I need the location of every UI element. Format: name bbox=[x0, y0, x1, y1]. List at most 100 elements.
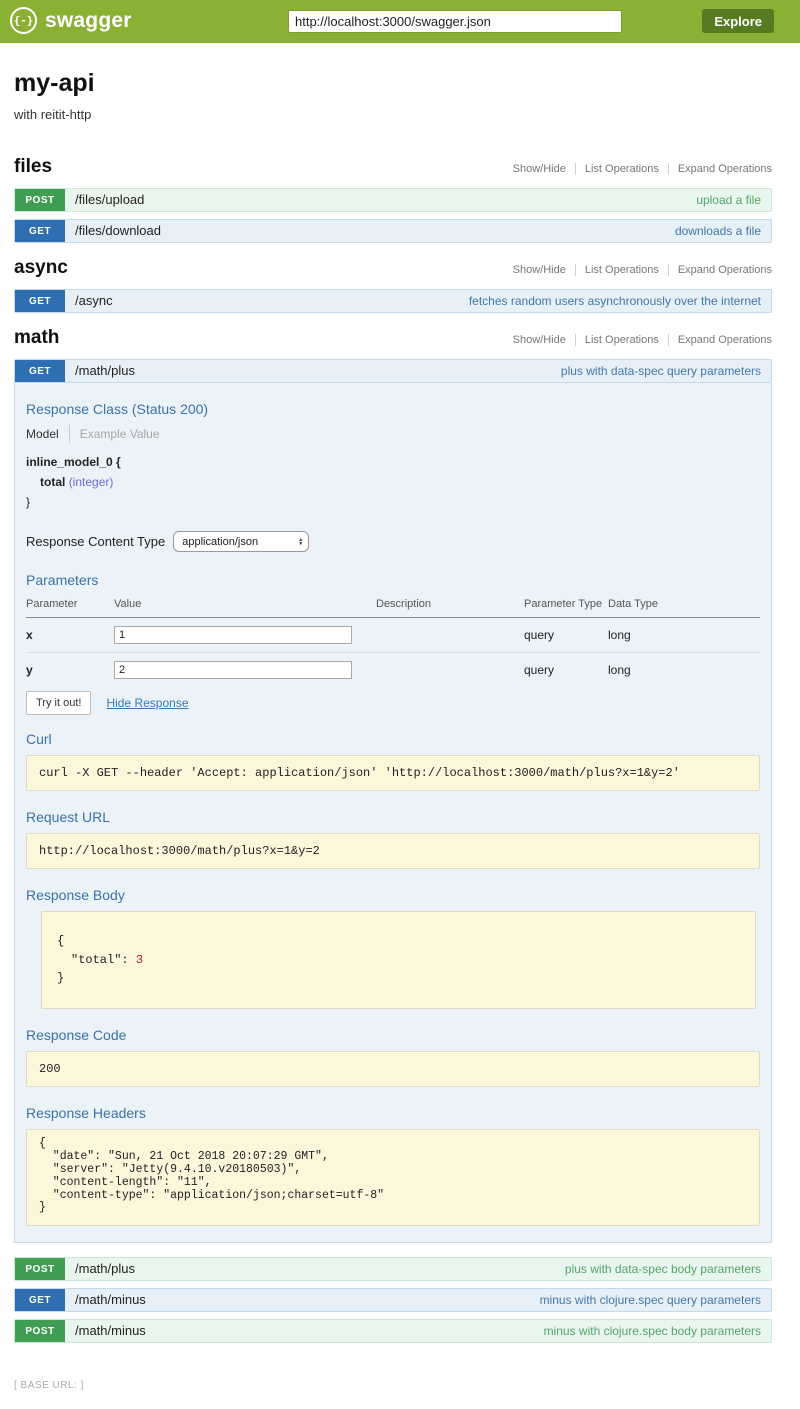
show-hide-link[interactable]: Show/Hide bbox=[504, 163, 575, 175]
api-info: my-api with reitit-http bbox=[0, 43, 800, 146]
list-operations-link[interactable]: List Operations bbox=[575, 264, 668, 276]
show-hide-link[interactable]: Show/Hide bbox=[504, 264, 575, 276]
model-property-name: total bbox=[40, 475, 65, 489]
param-y-input[interactable] bbox=[114, 661, 352, 679]
operation-summary[interactable]: fetches random users asynchronously over… bbox=[469, 290, 771, 312]
operation-row[interactable]: GET /files/download downloads a file bbox=[14, 219, 772, 243]
tab-example-value[interactable]: Example Value bbox=[69, 425, 170, 443]
response-content-type-select[interactable]: application/json ▲▼ bbox=[173, 531, 309, 552]
expand-operations-link[interactable]: Expand Operations bbox=[668, 163, 772, 175]
col-value: Value bbox=[114, 596, 376, 618]
model-tabs: Model Example Value bbox=[26, 425, 760, 443]
curl-command-box: curl -X GET --header 'Accept: applicatio… bbox=[26, 755, 760, 791]
response-headers-heading: Response Headers bbox=[26, 1105, 760, 1121]
section-controls: Show/Hide List Operations Expand Operati… bbox=[504, 264, 772, 276]
operation-path[interactable]: /math/minus bbox=[65, 1289, 156, 1311]
model-closing-brace: } bbox=[26, 495, 760, 509]
section-controls: Show/Hide List Operations Expand Operati… bbox=[504, 163, 772, 175]
response-code-heading: Response Code bbox=[26, 1027, 760, 1043]
operation-row-expanded[interactable]: GET /math/plus plus with data-spec query… bbox=[14, 359, 772, 383]
operation-summary[interactable]: minus with clojure.spec query parameters bbox=[540, 1289, 771, 1311]
expand-operations-link[interactable]: Expand Operations bbox=[668, 334, 772, 346]
swagger-logo-icon: {-} bbox=[10, 7, 37, 34]
section-title-files[interactable]: files bbox=[14, 156, 52, 178]
operation-path[interactable]: /math/plus bbox=[65, 1258, 145, 1280]
response-body-box: { "total": 3 } bbox=[41, 911, 756, 1009]
operation-path[interactable]: /math/plus bbox=[65, 360, 145, 382]
response-body-heading: Response Body bbox=[26, 887, 760, 903]
operation-summary[interactable]: minus with clojure.spec body parameters bbox=[544, 1320, 771, 1342]
api-description: with reitit-http bbox=[14, 107, 786, 122]
base-url-label: [ BASE URL: ] bbox=[14, 1380, 84, 1391]
param-type-cell: query bbox=[524, 618, 608, 653]
list-operations-link[interactable]: List Operations bbox=[575, 334, 668, 346]
json-open-brace: { bbox=[57, 932, 740, 951]
operation-summary[interactable]: downloads a file bbox=[675, 220, 771, 242]
method-badge: POST bbox=[15, 1320, 65, 1342]
operation-path[interactable]: /async bbox=[65, 290, 123, 312]
operation-row[interactable]: GET /math/minus minus with clojure.spec … bbox=[14, 1288, 772, 1312]
swagger-url-input[interactable] bbox=[288, 10, 622, 33]
list-operations-link[interactable]: List Operations bbox=[575, 163, 668, 175]
method-badge: GET bbox=[15, 1289, 65, 1311]
hide-response-link[interactable]: Hide Response bbox=[106, 696, 188, 710]
col-parameter-type: Parameter Type bbox=[524, 596, 608, 618]
request-url-box: http://localhost:3000/math/plus?x=1&y=2 bbox=[26, 833, 760, 869]
model-declaration: inline_model_0 { bbox=[26, 455, 760, 469]
resource-section-files: files Show/Hide List Operations Expand O… bbox=[14, 156, 772, 243]
method-badge: GET bbox=[15, 360, 65, 382]
explore-button[interactable]: Explore bbox=[702, 9, 774, 33]
parameters-table: Parameter Value Description Parameter Ty… bbox=[26, 596, 760, 687]
param-description-cell bbox=[376, 618, 524, 653]
param-x-input[interactable] bbox=[114, 626, 352, 644]
operation-path[interactable]: /files/upload bbox=[65, 189, 154, 211]
json-key: "total": bbox=[71, 953, 129, 967]
response-content-type-label: Response Content Type bbox=[26, 534, 165, 549]
operation-row[interactable]: GET /async fetches random users asynchro… bbox=[14, 289, 772, 313]
section-title-math[interactable]: math bbox=[14, 327, 59, 349]
parameters-heading: Parameters bbox=[26, 572, 760, 588]
response-headers-box: { "date": "Sun, 21 Oct 2018 20:07:29 GMT… bbox=[26, 1129, 760, 1226]
method-badge: GET bbox=[15, 220, 65, 242]
operation-summary[interactable]: plus with data-spec body parameters bbox=[565, 1258, 771, 1280]
operation-detail-panel: Response Class (Status 200) Model Exampl… bbox=[14, 383, 772, 1243]
param-data-type-cell: long bbox=[608, 618, 760, 653]
operation-summary[interactable]: upload a file bbox=[696, 189, 771, 211]
show-hide-link[interactable]: Show/Hide bbox=[504, 334, 575, 346]
col-description: Description bbox=[376, 596, 524, 618]
operation-summary[interactable]: plus with data-spec query parameters bbox=[561, 360, 771, 382]
curl-heading: Curl bbox=[26, 731, 760, 747]
header-bar: {-} swagger Explore bbox=[0, 0, 800, 43]
section-title-async[interactable]: async bbox=[14, 257, 68, 279]
resource-section-math: math Show/Hide List Operations Expand Op… bbox=[14, 327, 772, 1343]
operation-path[interactable]: /math/minus bbox=[65, 1320, 156, 1342]
response-content-type-value: application/json bbox=[182, 536, 258, 548]
param-row-y: y query long bbox=[26, 653, 760, 688]
operation-row[interactable]: POST /files/upload upload a file bbox=[14, 188, 772, 212]
col-parameter: Parameter bbox=[26, 596, 114, 618]
api-title: my-api bbox=[14, 69, 786, 98]
request-url-heading: Request URL bbox=[26, 809, 760, 825]
page-footer: [ BASE URL: ] bbox=[0, 1357, 800, 1409]
model-property-type: (integer) bbox=[69, 475, 114, 489]
response-code-box: 200 bbox=[26, 1051, 760, 1087]
operation-path[interactable]: /files/download bbox=[65, 220, 171, 242]
param-name-cell: x bbox=[26, 618, 114, 653]
try-it-out-button[interactable]: Try it out! bbox=[26, 691, 91, 715]
operation-row[interactable]: POST /math/minus minus with clojure.spec… bbox=[14, 1319, 772, 1343]
param-data-type-cell: long bbox=[608, 653, 760, 688]
section-controls: Show/Hide List Operations Expand Operati… bbox=[504, 334, 772, 346]
param-description-cell bbox=[376, 653, 524, 688]
tab-model[interactable]: Model bbox=[26, 425, 69, 443]
operation-row[interactable]: POST /math/plus plus with data-spec body… bbox=[14, 1257, 772, 1281]
col-data-type: Data Type bbox=[608, 596, 760, 618]
response-class-heading: Response Class (Status 200) bbox=[26, 401, 760, 417]
brand-title: swagger bbox=[45, 9, 132, 33]
select-arrows-icon: ▲▼ bbox=[298, 538, 303, 546]
param-name-cell: y bbox=[26, 653, 114, 688]
expand-operations-link[interactable]: Expand Operations bbox=[668, 264, 772, 276]
swagger-brand-link[interactable]: {-} swagger bbox=[10, 7, 132, 34]
param-row-x: x query long bbox=[26, 618, 760, 653]
model-signature: inline_model_0 { total (integer) } bbox=[26, 455, 760, 509]
method-badge: GET bbox=[15, 290, 65, 312]
